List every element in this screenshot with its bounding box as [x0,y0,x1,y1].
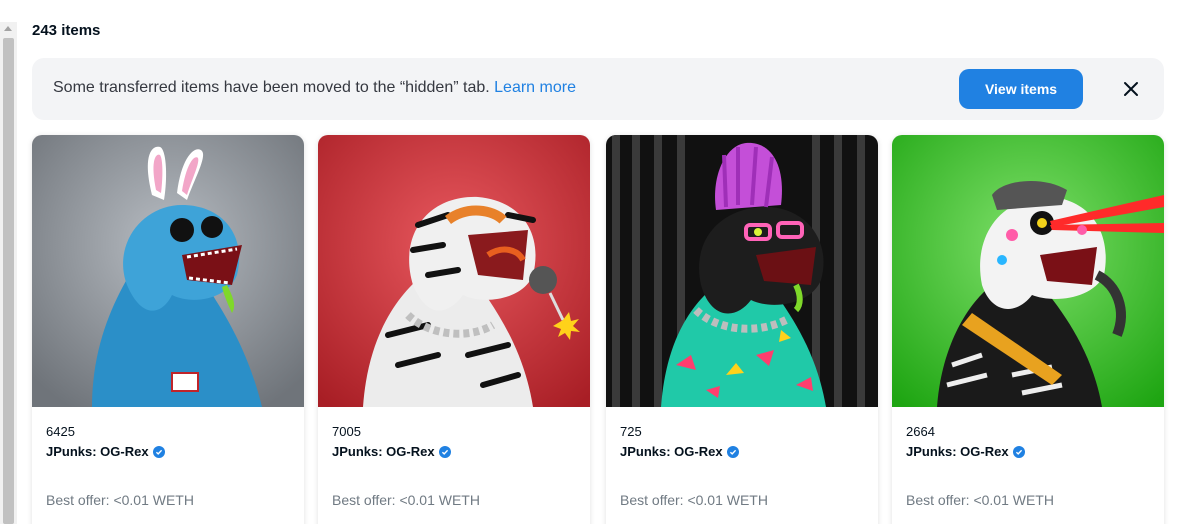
nft-artwork-calavera-rex [892,135,1164,407]
close-icon [1124,82,1138,96]
hidden-items-notice: Some transferred items have been moved t… [32,58,1164,120]
learn-more-link[interactable]: Learn more [494,79,576,96]
nft-image[interactable] [606,135,878,407]
verified-badge-icon [438,446,451,458]
collection-label: JPunks: OG-Rex [332,444,435,459]
verified-badge-icon [726,446,739,458]
best-offer: Best offer: <0.01 WETH [906,492,1054,508]
nft-card[interactable]: 7005 JPunks: OG-Rex Best offer: <0.01 WE… [318,135,590,524]
best-offer: Best offer: <0.01 WETH [332,492,480,508]
nft-grid: 6425 JPunks: OG-Rex Best offer: <0.01 WE… [32,135,1164,524]
token-id: 2664 [906,424,935,439]
best-offer: Best offer: <0.01 WETH [46,492,194,508]
nft-artwork-punk-rex [606,135,878,407]
best-offer: Best offer: <0.01 WETH [620,492,768,508]
page-scrollbar[interactable] [0,22,17,524]
collection-label: JPunks: OG-Rex [46,444,149,459]
token-id: 6425 [46,424,75,439]
nft-artwork-blue-rex [32,135,304,407]
nft-card[interactable]: 725 JPunks: OG-Rex Best offer: <0.01 WET… [606,135,878,524]
notice-text: Some transferred items have been moved t… [53,79,576,97]
scrollbar-thumb[interactable] [3,38,14,524]
nft-card[interactable]: 2664 JPunks: OG-Rex Best offer: <0.01 WE… [892,135,1164,524]
item-count: 243 items [32,22,101,39]
nft-image[interactable] [892,135,1164,407]
collection-name[interactable]: JPunks: OG-Rex [906,444,1150,460]
verified-badge-icon [1012,446,1025,458]
nft-card[interactable]: 6425 JPunks: OG-Rex Best offer: <0.01 WE… [32,135,304,524]
collection-label: JPunks: OG-Rex [620,444,723,459]
collection-name[interactable]: JPunks: OG-Rex [46,444,290,460]
scroll-up-arrow-icon[interactable] [4,26,12,31]
token-id: 725 [620,424,642,439]
notice-message: Some transferred items have been moved t… [53,79,490,96]
collection-name[interactable]: JPunks: OG-Rex [332,444,576,460]
verified-badge-icon [152,446,165,458]
close-notice-button[interactable] [1119,77,1143,101]
nft-artwork-tiger-rex [318,135,590,407]
collection-label: JPunks: OG-Rex [906,444,1009,459]
nft-image[interactable] [318,135,590,407]
nft-image[interactable] [32,135,304,407]
view-items-button[interactable]: View items [959,69,1083,109]
collection-name[interactable]: JPunks: OG-Rex [620,444,864,460]
token-id: 7005 [332,424,361,439]
